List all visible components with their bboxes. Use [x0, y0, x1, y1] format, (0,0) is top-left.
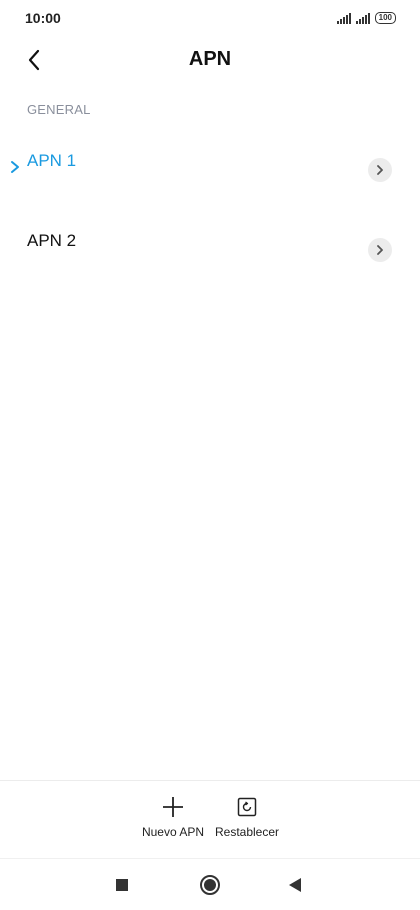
- signal-icon: [336, 12, 351, 24]
- battery-icon: 100: [374, 12, 396, 24]
- plus-icon: [161, 795, 185, 819]
- status-indicators: 100: [336, 11, 396, 25]
- reset-button[interactable]: Restablecer: [211, 795, 283, 839]
- apn-list-item[interactable]: APN 2: [0, 218, 420, 282]
- reset-icon: [235, 795, 259, 819]
- divider: [0, 780, 420, 781]
- new-apn-label: Nuevo APN: [141, 825, 205, 839]
- status-time: 10:00: [25, 10, 61, 26]
- header: APN: [0, 36, 420, 84]
- bottom-actions: Nuevo APN Restablecer: [0, 795, 420, 847]
- nav-back-button[interactable]: [283, 873, 307, 897]
- apn-details-button[interactable]: [368, 238, 392, 262]
- chevron-right-icon: [377, 245, 383, 255]
- section-label: GENERAL: [27, 102, 91, 117]
- apn-details-button[interactable]: [368, 158, 392, 182]
- page-title: APN: [188, 48, 232, 70]
- circle-icon: [200, 875, 220, 895]
- new-apn-button[interactable]: Nuevo APN: [138, 795, 208, 839]
- selected-chevron-icon: [11, 161, 19, 173]
- screen: 10:00 100 APN GENERAL APN 1 APN 2 Nuevo …: [0, 0, 420, 910]
- signal-icon: [355, 12, 370, 24]
- navigation-bar: [0, 859, 420, 910]
- reset-label: Restablecer: [214, 825, 280, 839]
- triangle-left-icon: [289, 878, 301, 892]
- status-bar: 10:00 100: [0, 0, 420, 36]
- apn-list-item[interactable]: APN 1: [0, 138, 420, 202]
- home-button[interactable]: [198, 873, 222, 897]
- square-icon: [116, 879, 128, 891]
- apn-name: APN 2: [27, 231, 77, 250]
- battery-level: 100: [378, 13, 392, 22]
- apn-name: APN 1: [27, 151, 77, 170]
- recents-button[interactable]: [110, 873, 134, 897]
- chevron-right-icon: [377, 165, 383, 175]
